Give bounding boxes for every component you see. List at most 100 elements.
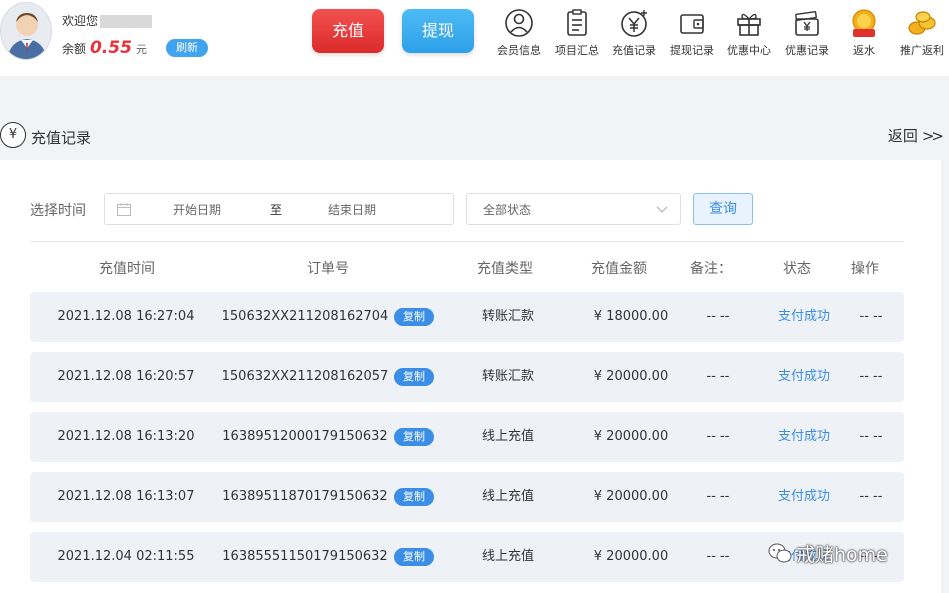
divider [30,241,904,242]
cell-order: 1638951200017915063​2 [222,429,388,444]
nav-withdraw-records[interactable]: 提现记录 [663,8,721,62]
nav-promo-records[interactable]: 优惠记录 [778,8,836,62]
avatar[interactable] [0,2,52,60]
table-row: 2021.12.08 16:13:07 1638951187017915063​… [30,472,904,522]
nav-referral-rebate[interactable]: 推广返利 [893,8,949,62]
back-link[interactable]: 返回 >> [887,125,944,146]
username-redacted [100,15,153,28]
cell-status[interactable]: 支付成功 [766,292,842,342]
query-button[interactable]: 查询 [693,193,753,225]
nav-label: 会员信息 [497,44,541,57]
nav-label: 优惠中心 [727,44,771,57]
cell-amount: ¥ 20000.00 [593,369,669,384]
nav-recharge-records[interactable]: 充值记录 [605,8,663,62]
copy-button[interactable]: 复制 [394,548,434,566]
wallet-icon [680,14,704,34]
section-title-row: ¥ 充值记录 返回 >> [0,120,949,152]
nav-label: 返水 [853,44,875,57]
wechat-icon [768,543,792,563]
welcome-label: 欢迎您 [62,14,99,28]
nav-member-info[interactable]: 会员信息 [490,8,548,62]
rebate-gold-icon [852,9,876,37]
cell-note: -- -- [706,309,730,324]
chevron-down-icon [656,206,668,213]
balance-label: 余额 [62,42,87,56]
cell-action: -- -- [859,369,883,384]
table-row: 2021.12.08 16:20:57 150632XX211208162057… [30,352,904,402]
cell-status[interactable]: 支付成功 [766,412,842,462]
nav-label: 充值记录 [612,44,656,57]
cell-note: -- -- [706,489,730,504]
top-header: 欢迎您 余额 0.55 元 刷新 充值 提现 会员信息 项目汇总 充值记录 提现… [0,0,949,76]
status-select-value: 全部状态 [483,203,532,217]
cell-type: 转账汇款 [481,369,534,384]
cell-order: 1638951187017915063​2 [222,489,388,504]
column-header-amount: 充值金额 [591,261,647,277]
column-header-action: 操作 [851,261,879,277]
cell-status[interactable]: 支付成功 [766,352,842,402]
nav-label: 优惠记录 [785,44,829,57]
table-row: 2021.12.08 16:13:20 1638951200017915063​… [30,412,904,462]
date-range-picker[interactable]: 开始日期 至 结束日期 [104,193,454,225]
cell-status[interactable]: 支付成功 [766,472,842,522]
nav-promo-center[interactable]: 优惠中心 [720,8,778,62]
column-header-order: 订单号 [307,261,349,277]
time-filter-label: 选择时间 [30,203,86,219]
gold-coins-icon [908,11,936,35]
cell-time: 2021.12.08 16:13:07 [57,489,195,504]
cell-amount: ¥ 18000.00 [593,309,669,324]
cell-time: 2021.12.08 16:27:04 [57,309,195,324]
cell-type: 线上充值 [481,429,534,444]
yen-circle-icon: ¥ [0,122,26,148]
cell-note: -- -- [706,429,730,444]
nav-label: 推广返利 [900,44,944,57]
date-separator: 至 [270,203,283,217]
status-select[interactable]: 全部状态 [466,193,681,225]
copy-button[interactable]: 复制 [394,308,434,326]
refresh-button[interactable]: 刷新 [166,39,208,57]
nav-project-summary[interactable]: 项目汇总 [548,8,606,62]
nav-label: 项目汇总 [555,44,599,57]
cell-amount: ¥ 20000.00 [593,429,669,444]
cell-time: 2021.12.08 16:20:57 [57,369,195,384]
column-header-status: 状态 [783,261,811,277]
cell-action: -- -- [859,489,883,504]
cell-type: 线上充值 [481,489,534,504]
copy-button[interactable]: 复制 [394,488,434,506]
cell-order: 150632XX211208162057 [221,369,389,384]
cell-action: -- -- [859,309,883,324]
copy-button[interactable]: 复制 [394,368,434,386]
balance-amount: 0.55 [90,38,132,58]
column-header-type: 充值类型 [477,261,533,277]
cell-amount: ¥ 20000.00 [593,549,669,564]
balance-row: 余额 0.55 元 [62,38,147,58]
cell-note: -- -- [706,369,730,384]
cell-time: 2021.12.08 16:13:20 [57,429,195,444]
nav-rebate[interactable]: 返水 [835,8,893,62]
cell-note: -- -- [706,549,730,564]
column-header-note: 备注： [690,261,732,277]
cell-type: 转账汇款 [481,309,534,324]
page-title: 充值记录 [31,129,92,147]
withdraw-button[interactable]: 提现 [402,9,474,53]
start-date-input[interactable]: 开始日期 [173,201,221,218]
table-row: 2021.12.08 16:27:04 150632XX211208162704… [30,292,904,342]
clipboard-icon [567,9,587,36]
welcome-text: 欢迎您 [62,12,153,29]
calendar-icon [117,203,131,216]
chevron-right-icon: >> [921,127,944,145]
cell-amount: ¥ 20000.00 [593,489,669,504]
recharge-button[interactable]: 充值 [312,9,384,53]
copy-button[interactable]: 复制 [394,428,434,446]
balance-unit: 元 [135,43,147,56]
cell-order: 1638555115017915063​2 [222,549,388,564]
nav-label: 提现记录 [670,44,714,57]
user-icon [505,9,533,37]
cash-card-icon [795,11,819,36]
back-label: 返回 [887,127,918,145]
end-date-input[interactable]: 结束日期 [328,201,376,218]
cell-action: -- -- [859,429,883,444]
records-panel: 选择时间 开始日期 至 结束日期 全部状态 查询 充值时间 订单号 充值类型 充… [0,160,941,593]
gift-icon [737,13,761,36]
watermark-text: 戒赌home [796,544,888,566]
